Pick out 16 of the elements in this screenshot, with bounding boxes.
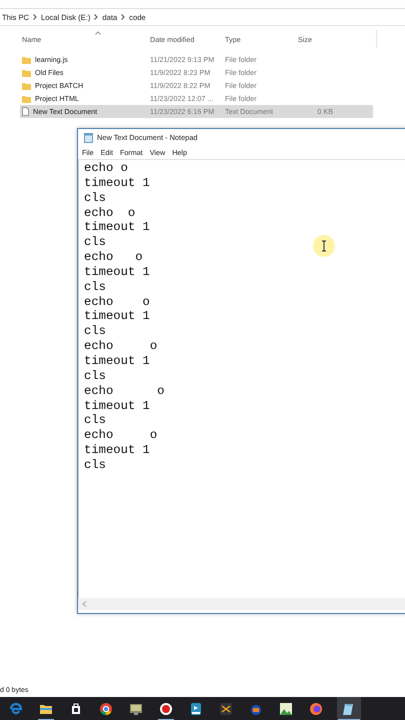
taskbar-button[interactable] xyxy=(337,697,361,720)
running-indicator xyxy=(338,719,360,720)
cursor-highlight-icon xyxy=(313,235,335,257)
play-icon xyxy=(188,700,204,716)
notepad-icon xyxy=(84,132,93,142)
chevron-icon xyxy=(94,14,98,20)
image-icon xyxy=(278,700,294,716)
record-icon xyxy=(158,700,174,716)
chevron-icon xyxy=(121,14,126,20)
running-indicator xyxy=(158,719,174,720)
document-icon xyxy=(22,107,29,116)
running-indicator xyxy=(38,719,54,720)
horizontal-scrollbar[interactable] xyxy=(78,598,405,610)
chevron-icon xyxy=(33,14,38,20)
sort-up-icon xyxy=(95,31,101,35)
editor-text[interactable]: echo o timeout 1 cls echo o timeout 1 cls echo o timeout 1 cls echo o timeout 1 cls echo o timeout 1 cls echo o timeout 1 cls echo o timeout 1 cls xyxy=(79,160,164,473)
